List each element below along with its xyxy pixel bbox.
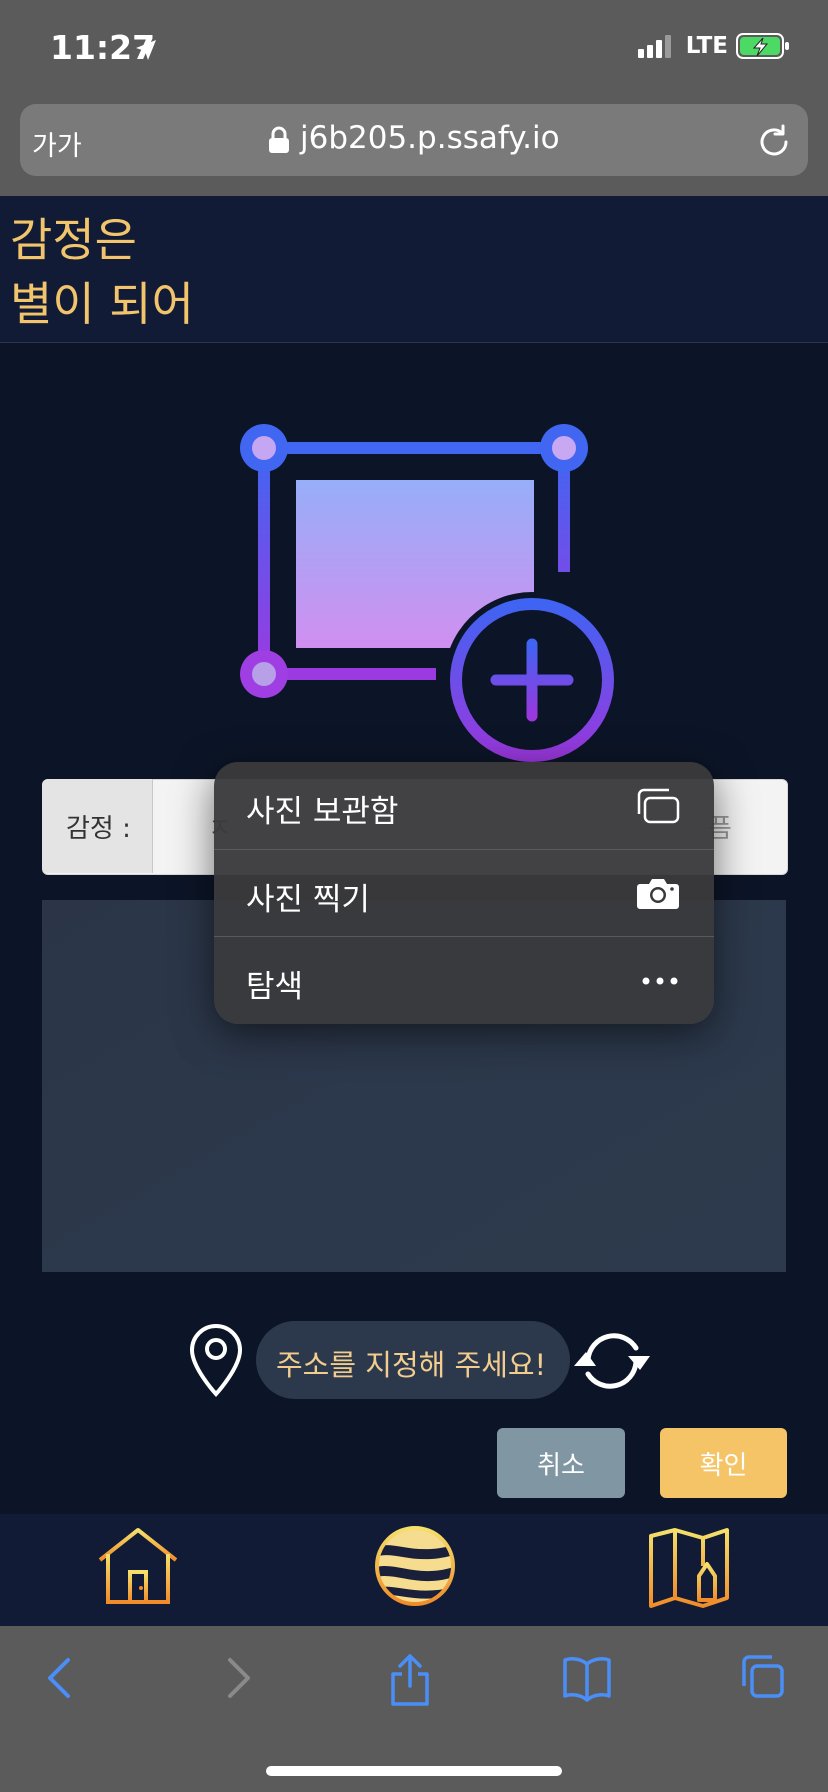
menu-item-label: 탐색 [246,969,304,1005]
network-label: LTE [685,33,728,59]
location-pin-icon [189,1323,243,1397]
status-indicators: LTE [637,32,790,60]
address-placeholder: 주소를 지정해 주세요! [276,1348,547,1382]
emotion-label: 감정 : [66,814,131,844]
refresh-location-icon[interactable] [572,1326,652,1396]
signal-icon [637,35,671,58]
globe-icon[interactable] [373,1524,457,1608]
ellipsis-icon [642,977,678,985]
camera-icon [637,879,679,909]
tabs-icon[interactable] [738,1652,786,1702]
url-text[interactable]: j6b205.p.ssafy.io [300,120,560,156]
home-indicator [266,1766,562,1776]
menu-item-browse[interactable]: 탐색 [214,936,714,1024]
page-title-line2: 별이 되어 [10,277,194,331]
file-picker-menu: 사진 보관함 사진 찍기 탐색 [214,762,714,1024]
back-icon[interactable] [42,1652,78,1704]
confirm-button[interactable]: 확인 [660,1428,787,1498]
menu-item-photo-library[interactable]: 사진 보관함 [214,762,714,849]
map-pencil-icon[interactable] [647,1526,731,1610]
page-title-line1: 감정은 [10,213,137,267]
menu-item-label: 사진 찍기 [246,882,370,918]
add-image-icon[interactable] [236,422,616,762]
bookmarks-icon[interactable] [562,1652,612,1704]
lock-icon [269,126,289,153]
menu-item-take-photo[interactable]: 사진 찍기 [214,849,714,937]
cancel-button[interactable]: 취소 [497,1428,625,1498]
reload-icon[interactable] [756,124,792,160]
location-arrow-icon [136,40,156,60]
photo-library-icon [637,788,680,824]
home-icon[interactable] [96,1526,180,1610]
share-icon[interactable] [388,1652,432,1708]
battery-icon [736,33,789,59]
forward-icon[interactable] [220,1652,256,1704]
menu-item-label: 사진 보관함 [246,794,399,830]
text-size-button[interactable]: 가가 [32,124,82,163]
